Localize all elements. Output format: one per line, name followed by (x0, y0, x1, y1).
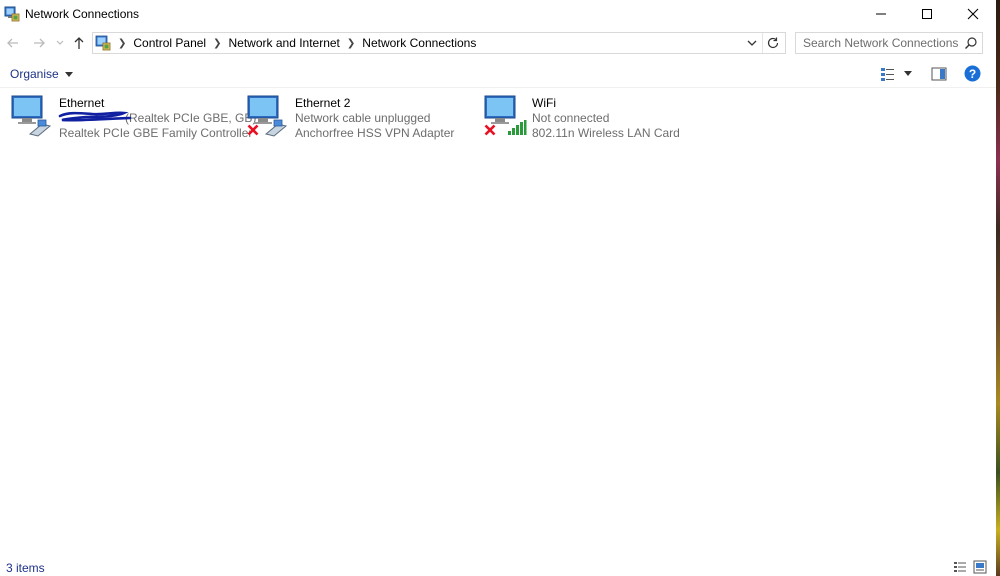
maximize-button[interactable] (904, 0, 950, 28)
address-divider (762, 33, 763, 53)
search-box[interactable] (795, 32, 983, 54)
arrow-right-icon (34, 38, 45, 48)
up-button[interactable] (70, 34, 88, 52)
chevron-down-icon (56, 40, 64, 45)
window-controls (858, 0, 996, 28)
breadcrumb-network-and-internet[interactable]: Network and Internet (229, 36, 340, 50)
search-input[interactable] (796, 33, 960, 53)
redaction-scribble (58, 111, 132, 122)
connection-name: WiFi (532, 96, 556, 110)
control-panel-icon (95, 35, 111, 51)
caret-down-icon (64, 71, 73, 77)
status-bar: 3 items (0, 558, 996, 576)
maximize-icon (922, 9, 932, 19)
arrow-left-icon (7, 38, 18, 48)
connection-ethernet-2[interactable]: Ethernet 2 Network cable unplugged Ancho… (246, 94, 454, 142)
connection-name: Ethernet 2 (295, 96, 351, 110)
back-button[interactable] (4, 34, 22, 52)
connection-adapter: Anchorfree HSS VPN Adapter (295, 126, 455, 140)
arrow-up-icon (74, 37, 84, 49)
address-dropdown-icon[interactable] (745, 36, 759, 50)
navigation-bar: ❯ Control Panel ❯ Network and Internet ❯… (0, 30, 996, 56)
connection-name: Ethernet (59, 96, 105, 110)
refresh-icon[interactable] (765, 35, 781, 51)
connection-status: Network cable unplugged (295, 111, 431, 125)
wifi-adapter-icon (483, 94, 527, 138)
help-icon[interactable]: ? (964, 65, 981, 82)
connection-adapter: 802.11n Wireless LAN Card (532, 126, 680, 140)
breadcrumb-control-panel[interactable]: Control Panel (133, 36, 206, 50)
window-title: Network Connections (25, 7, 140, 21)
connection-adapter: Realtek PCIe GBE Family Controller (59, 126, 253, 140)
close-icon (967, 8, 979, 20)
red-x-icon (247, 124, 259, 136)
connection-status: Not connected (532, 111, 610, 125)
address-bar[interactable]: ❯ Control Panel ❯ Network and Internet ❯… (92, 32, 786, 54)
minimize-icon (876, 13, 886, 15)
search-icon[interactable] (964, 36, 978, 50)
title-bar: Network Connections (0, 0, 996, 28)
preview-pane-icon[interactable] (931, 66, 947, 82)
signal-bars-icon (508, 120, 527, 135)
close-button[interactable] (950, 0, 996, 28)
forward-button[interactable] (30, 34, 48, 52)
red-x-icon (484, 124, 496, 136)
organise-label: Organise (10, 67, 59, 81)
breadcrumb-separator-icon: ❯ (213, 37, 222, 49)
minimize-button[interactable] (858, 0, 904, 28)
organise-button[interactable]: Organise (10, 67, 73, 81)
breadcrumb-separator-icon: ❯ (118, 37, 127, 49)
details-view-icon[interactable] (953, 560, 967, 574)
large-icons-view-icon[interactable] (973, 560, 987, 574)
connection-wifi[interactable]: WiFi Not connected 802.11n Wireless LAN … (483, 94, 680, 142)
ethernet-2-adapter-icon (246, 94, 290, 138)
network-adapter-icon (11, 95, 52, 137)
connection-ethernet[interactable]: Ethernet (Realtek PCIe GBE, GB) Realtek … (10, 94, 256, 142)
breadcrumb-separator-icon: ❯ (346, 37, 356, 49)
recent-locations-button[interactable] (54, 34, 66, 52)
view-options-caret-icon[interactable] (904, 71, 912, 76)
item-count: 3 items (6, 561, 45, 575)
network-connections-icon (4, 6, 20, 22)
breadcrumb-network-connections[interactable]: Network Connections (362, 36, 476, 50)
command-bar: Organise ? (0, 60, 996, 88)
svg-text:?: ? (969, 67, 976, 81)
change-view-icon[interactable] (880, 66, 896, 82)
desktop-background-edge (996, 0, 1000, 576)
ethernet-adapter-icon (10, 94, 54, 138)
